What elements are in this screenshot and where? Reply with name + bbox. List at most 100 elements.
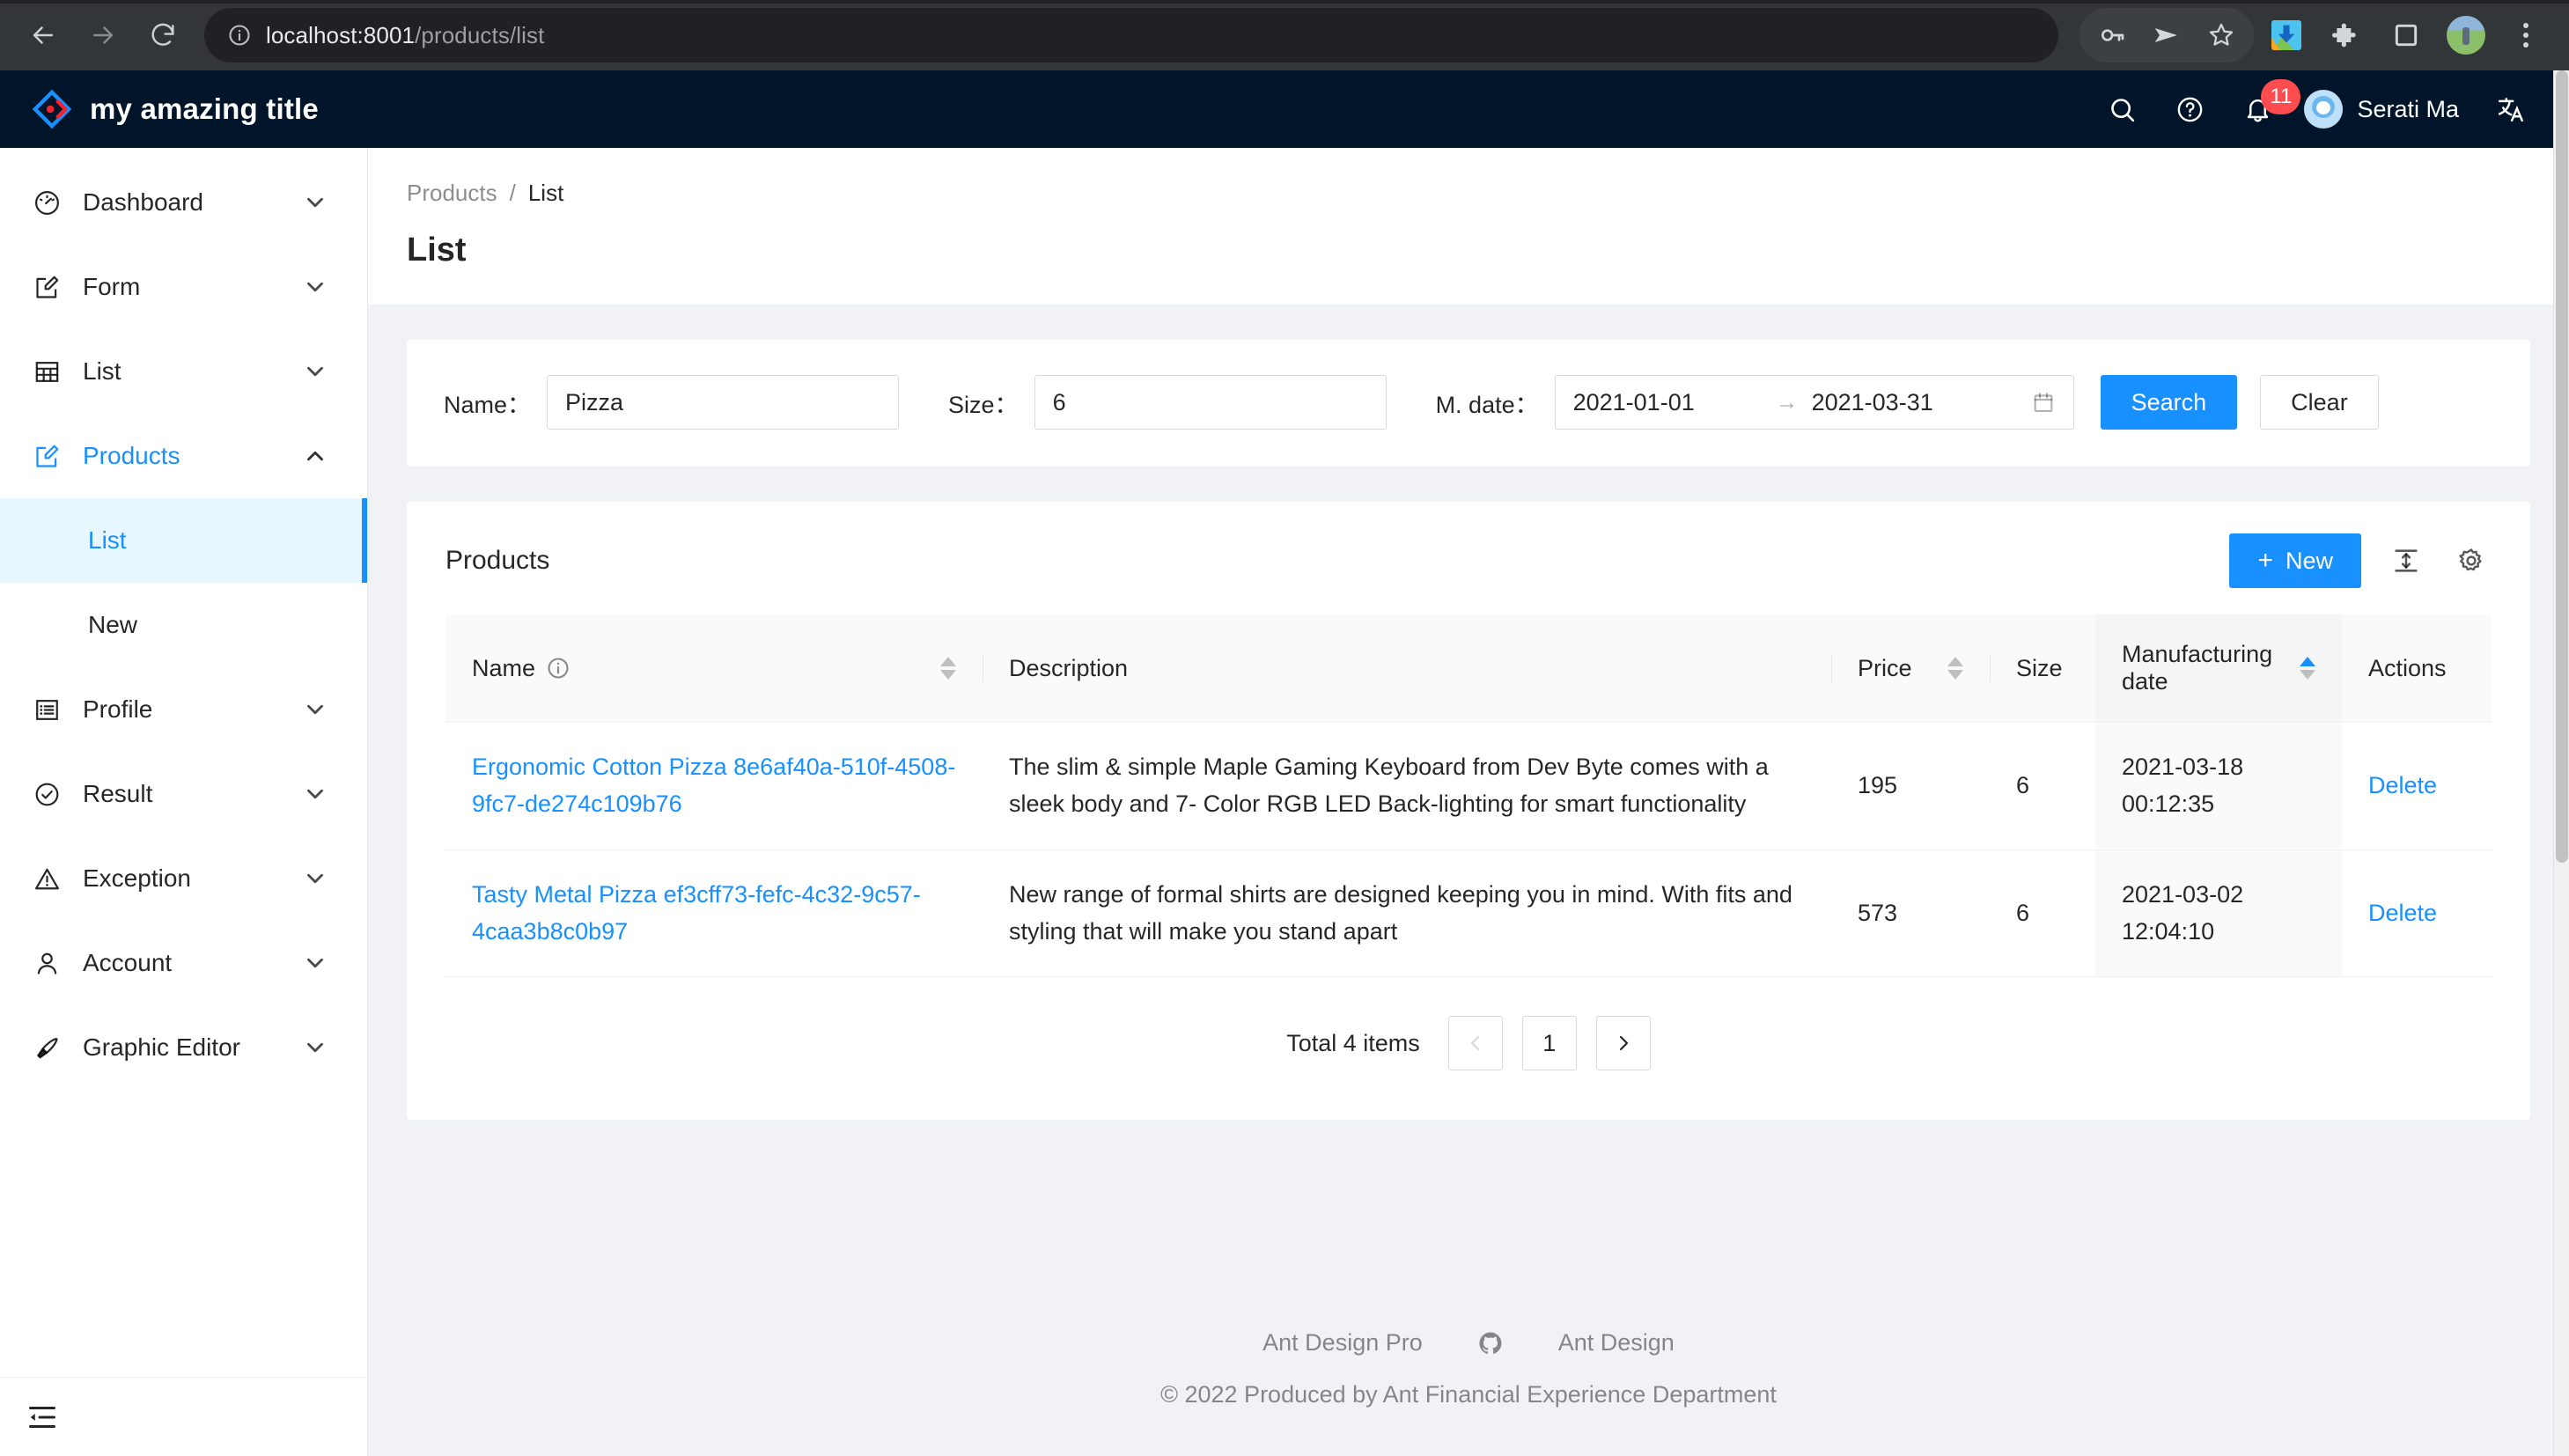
pagination: Total 4 items 1 <box>407 977 2530 1120</box>
name-input[interactable]: Pizza <box>547 375 900 430</box>
download-icon[interactable] <box>2259 8 2314 63</box>
chevron-down-icon[interactable] <box>302 1034 328 1061</box>
bookmark-star-icon[interactable] <box>2194 8 2249 63</box>
sidebar-collapse-button[interactable] <box>0 1377 367 1456</box>
sidebar-item-list[interactable]: List <box>0 329 367 414</box>
chevron-up-icon[interactable] <box>302 443 328 469</box>
chevron-down-icon[interactable] <box>302 865 328 892</box>
url-text: localhost:8001/products/list <box>266 21 545 48</box>
question-circle-icon[interactable] <box>2156 70 2224 148</box>
sidebar-item-account[interactable]: Account <box>0 921 367 1005</box>
sidebar-item-dashboard[interactable]: Dashboard <box>0 160 367 245</box>
breadcrumb-parent[interactable]: Products <box>407 180 497 207</box>
profile-avatar-icon[interactable] <box>2439 8 2493 63</box>
chevron-right-icon <box>1619 1036 1628 1051</box>
breadcrumb-separator: / <box>509 180 516 206</box>
reload-icon[interactable] <box>136 8 190 63</box>
product-name-link[interactable]: Ergonomic Cotton Pizza 8e6af40a-510f-450… <box>472 754 955 817</box>
menu-fold-icon <box>29 1406 55 1428</box>
send-icon[interactable] <box>2139 8 2194 63</box>
sidebar-item-products-new[interactable]: New <box>0 583 367 667</box>
side-panel-icon[interactable] <box>2379 8 2433 63</box>
chrome-menu-icon[interactable] <box>2499 8 2553 63</box>
user-menu[interactable]: Serati Ma <box>2292 70 2477 148</box>
pagination-prev[interactable] <box>1447 1016 1503 1071</box>
sidebar-subitem-label: List <box>88 526 127 554</box>
cell-name: Ergonomic Cotton Pizza 8e6af40a-510f-450… <box>445 722 983 850</box>
sidebar-item-form[interactable]: Form <box>0 245 367 329</box>
forward-arrow-icon[interactable] <box>76 8 130 63</box>
pagination-total: Total 4 items <box>1286 1029 1420 1056</box>
column-height-icon[interactable] <box>2386 540 2426 581</box>
delete-link[interactable]: Delete <box>2368 900 2437 926</box>
sidebar-item-products[interactable]: Products <box>0 414 367 498</box>
column-header-price[interactable]: Price <box>1831 614 1990 723</box>
date-start-input[interactable]: 2021-01-01 <box>1573 389 1763 416</box>
extensions-puzzle-icon[interactable] <box>2319 8 2374 63</box>
sort-toggle-manufacturing-date[interactable] <box>2300 657 2315 680</box>
date-range-picker[interactable]: 2021-01-01 → 2021-03-31 <box>1554 375 2074 430</box>
footer-link-ant-design[interactable]: Ant Design <box>1558 1329 1675 1357</box>
table-toolbar-actions: + New <box>2229 533 2492 588</box>
product-name-link[interactable]: Tasty Metal Pizza ef3cff73-fefc-4c32-9c5… <box>472 881 921 945</box>
sort-toggle-name[interactable] <box>940 657 956 680</box>
sidebar-item-result[interactable]: Result <box>0 752 367 836</box>
chevron-down-icon[interactable] <box>302 274 328 300</box>
sidebar-item-label: Exception <box>83 864 191 892</box>
check-circle-icon <box>32 779 62 809</box>
breadcrumb: Products / List <box>407 180 2530 207</box>
column-header-name[interactable]: Name <box>445 614 983 723</box>
warning-triangle-icon <box>32 864 62 893</box>
chevron-down-icon[interactable] <box>302 189 328 216</box>
table-row: Tasty Metal Pizza ef3cff73-fefc-4c32-9c5… <box>445 849 2492 978</box>
password-key-icon[interactable] <box>2085 8 2139 63</box>
search-button[interactable]: Search <box>2100 375 2238 430</box>
chevron-down-icon[interactable] <box>302 781 328 807</box>
table-icon <box>32 357 62 386</box>
dashboard-icon <box>32 188 62 217</box>
diamond-logo-icon <box>32 89 72 129</box>
chevron-left-icon <box>1470 1036 1479 1051</box>
date-end-input[interactable]: 2021-03-31 <box>1812 389 2001 416</box>
delete-link[interactable]: Delete <box>2368 772 2437 798</box>
github-icon[interactable] <box>1477 1330 1504 1357</box>
pagination-page-1[interactable]: 1 <box>1521 1016 1577 1071</box>
cell-size: 6 <box>1990 849 2095 978</box>
size-label: Size： <box>948 391 1019 418</box>
scrollbar-thumb[interactable] <box>2556 70 2568 863</box>
table-body: Ergonomic Cotton Pizza 8e6af40a-510f-450… <box>445 722 2492 978</box>
form-edit-icon <box>32 441 62 471</box>
clear-button[interactable]: Clear <box>2260 375 2379 430</box>
address-bar[interactable]: localhost:8001/products/list <box>204 8 2058 63</box>
sidebar-item-label: Products <box>83 442 180 469</box>
notification-bell[interactable]: 11 <box>2224 70 2301 148</box>
calendar-icon[interactable] <box>2031 390 2056 415</box>
products-table: Name Description Price Size Manufacturin… <box>445 614 2492 978</box>
app-footer: Ant Design Pro Ant Design © 2022 Produce… <box>368 1329 2569 1456</box>
size-input[interactable]: 6 <box>1034 375 1387 430</box>
chevron-down-icon[interactable] <box>302 696 328 723</box>
brand[interactable]: my amazing title <box>0 89 370 129</box>
chevron-down-icon[interactable] <box>302 358 328 385</box>
sidebar-subitem-label: New <box>88 611 138 638</box>
page-scrollbar[interactable] <box>2553 70 2569 1456</box>
profile-icon <box>32 695 62 724</box>
column-header-manufacturing-date[interactable]: Manufacturing date <box>2095 614 2342 723</box>
site-info-icon[interactable] <box>227 23 252 48</box>
back-arrow-icon[interactable] <box>16 8 70 63</box>
sidebar-item-profile[interactable]: Profile <box>0 667 367 752</box>
sort-toggle-price[interactable] <box>1947 657 1963 680</box>
new-button[interactable]: + New <box>2229 533 2361 588</box>
translate-icon[interactable] <box>2477 70 2544 148</box>
sidebar-item-exception[interactable]: Exception <box>0 836 367 921</box>
table-head: Name Description Price Size Manufacturin… <box>445 614 2492 723</box>
gear-icon[interactable] <box>2451 540 2492 581</box>
chevron-down-icon[interactable] <box>302 950 328 976</box>
search-icon[interactable] <box>2088 70 2156 148</box>
cell-price: 573 <box>1831 849 1990 978</box>
footer-link-ant-design-pro[interactable]: Ant Design Pro <box>1262 1329 1423 1357</box>
info-circle-icon[interactable] <box>546 656 570 680</box>
sidebar-item-graphic-editor[interactable]: Graphic Editor <box>0 1005 367 1090</box>
pagination-next[interactable] <box>1595 1016 1651 1071</box>
sidebar-item-products-list[interactable]: List <box>0 498 367 583</box>
